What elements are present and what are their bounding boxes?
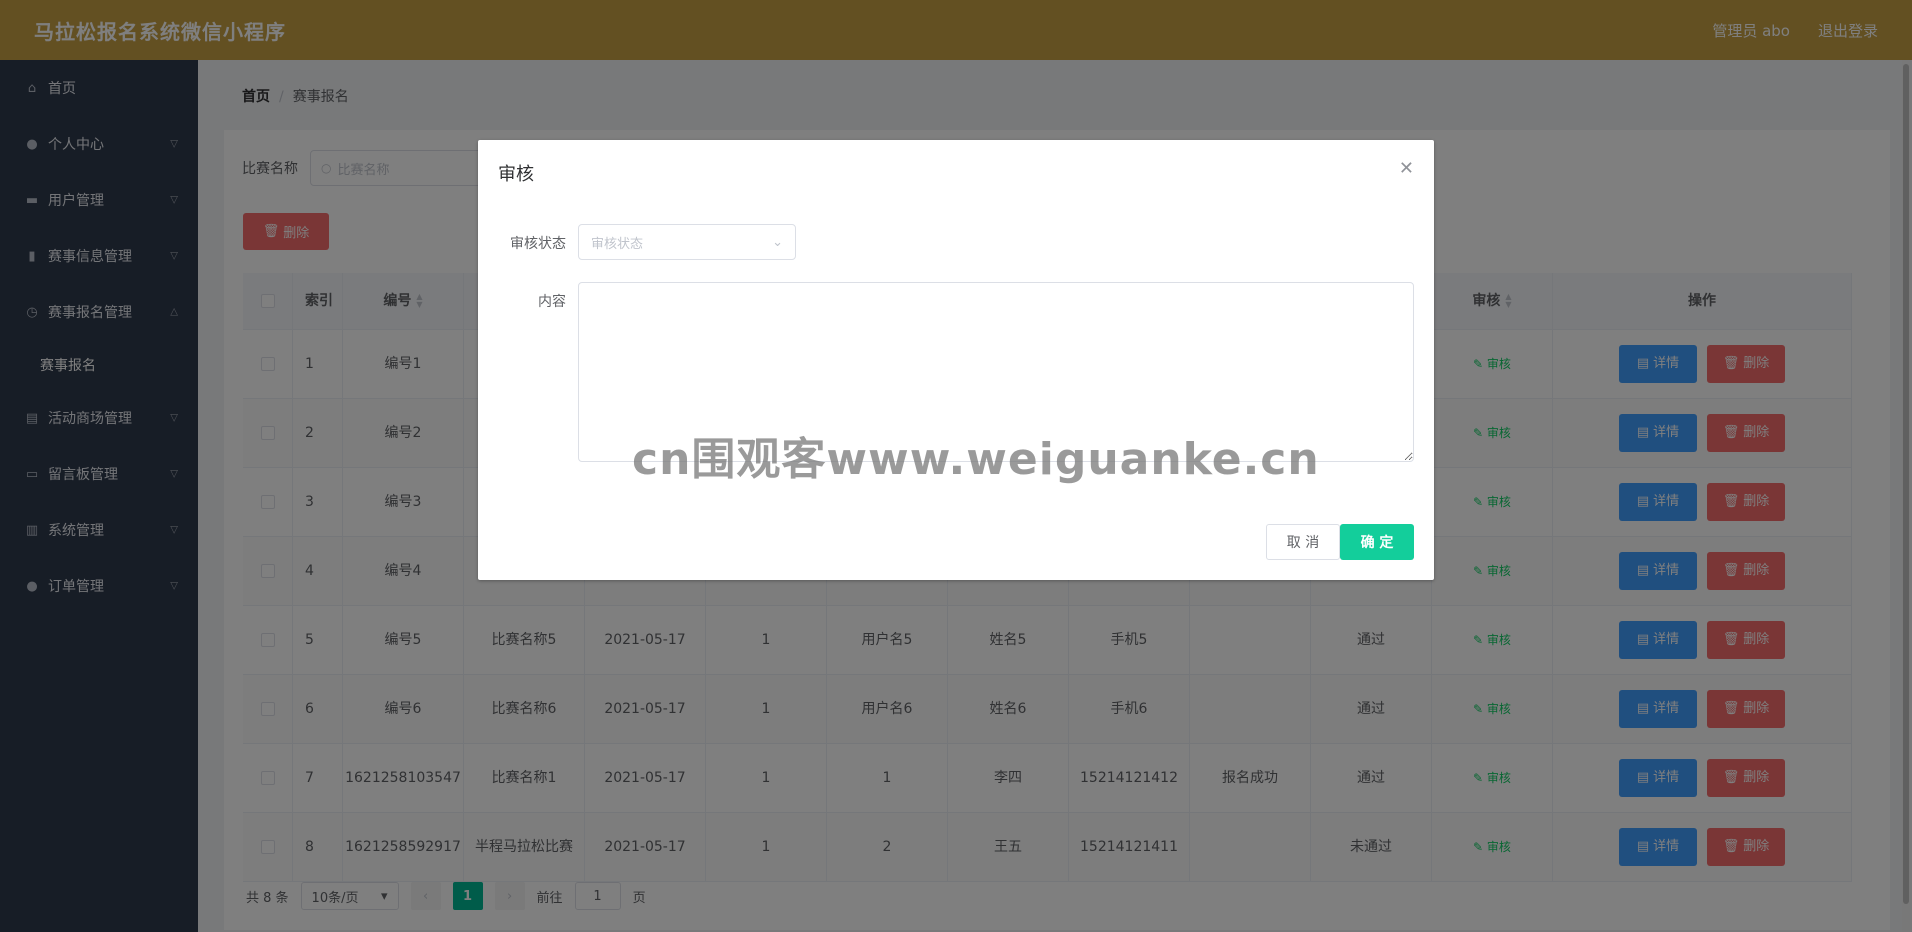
review-status-select[interactable]: 审核状态 ⌄ — [578, 224, 796, 260]
watermark-text: cn围观客www.weiguanke.cn — [632, 434, 1320, 485]
chevron-down-icon: ⌄ — [772, 234, 783, 250]
status-label: 审核状态 — [510, 236, 566, 252]
close-icon[interactable]: ✕ — [1399, 158, 1414, 179]
cancel-button[interactable]: 取 消 — [1266, 524, 1340, 560]
content-label: 内容 — [538, 294, 566, 310]
dialog-title: 审核 — [498, 164, 534, 185]
status-placeholder: 审核状态 — [591, 236, 644, 252]
review-dialog: 审核 ✕ 审核状态 审核状态 ⌄ 内容 取 消 确 定 — [478, 140, 1434, 580]
confirm-button[interactable]: 确 定 — [1340, 524, 1414, 560]
